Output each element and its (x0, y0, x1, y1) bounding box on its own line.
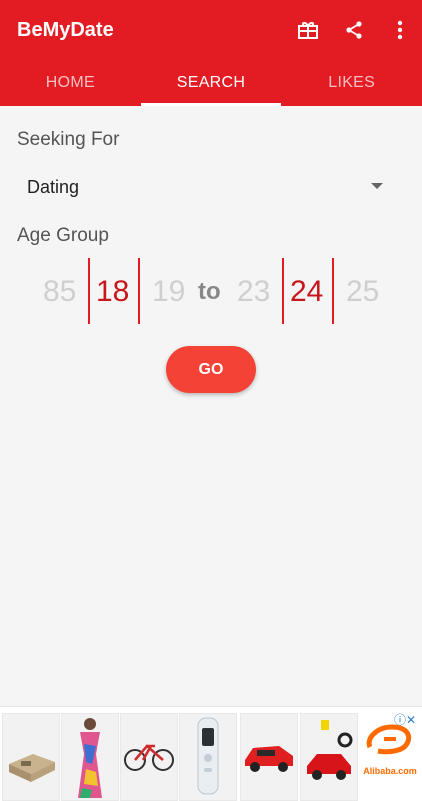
min-age-next[interactable]: 19 (152, 275, 185, 309)
tab-search[interactable]: SEARCH (140, 60, 282, 106)
sofa-image (9, 754, 55, 782)
max-age-next[interactable]: 25 (346, 275, 379, 309)
max-age-selected[interactable]: 24 (290, 275, 323, 309)
max-age-prev[interactable]: 23 (237, 275, 270, 309)
share-icon (346, 21, 362, 39)
tab-likes[interactable]: LIKES (281, 60, 422, 106)
to-label: to (198, 278, 221, 305)
gift-button[interactable] (294, 16, 322, 44)
share-button[interactable] (340, 16, 368, 44)
ad-product-toy-car-1[interactable] (240, 713, 298, 801)
min-age-prev[interactable]: 85 (43, 275, 76, 309)
age-range-picker: 85 18 19 to 23 24 25 (0, 258, 422, 328)
min-age-divider-right (138, 258, 140, 324)
go-button[interactable]: GO (166, 346, 256, 393)
dress-image (78, 718, 102, 798)
overflow-menu-button[interactable] (386, 16, 414, 44)
ad-product-bicycle[interactable] (120, 713, 178, 801)
min-age-selected[interactable]: 18 (96, 275, 129, 309)
ad-banner[interactable]: ⓘ✕ Alibaba.com (0, 706, 422, 801)
seeking-for-label: Seeking For (17, 129, 120, 150)
app-bar: BeMyDate HOME SEARCH LIKES (0, 0, 422, 106)
dropdown-caret-icon (371, 183, 383, 189)
ride-on-car-image (307, 720, 353, 780)
tab-home[interactable]: HOME (0, 60, 141, 106)
bicycle-image (124, 744, 174, 771)
translator-device-image (197, 717, 219, 795)
red-car-image (245, 746, 293, 772)
more-vert-icon (397, 20, 403, 40)
ad-product-sofa[interactable] (2, 713, 60, 801)
app-actions (294, 16, 414, 44)
age-group-label: Age Group (17, 225, 109, 246)
alibaba-logo-icon (366, 724, 412, 755)
max-age-divider-right (332, 258, 334, 324)
tab-bar: HOME SEARCH LIKES (0, 60, 422, 106)
min-age-divider-left (88, 258, 90, 324)
ad-product-dress[interactable] (61, 713, 119, 801)
max-age-divider-left (282, 258, 284, 324)
ad-alibaba-logo[interactable]: Alibaba.com (362, 721, 418, 791)
alibaba-brand-text: Alibaba.com (363, 766, 417, 776)
ad-product-translator[interactable] (179, 713, 237, 801)
gift-icon (298, 22, 318, 39)
seeking-for-dropdown[interactable]: Dating (17, 170, 389, 206)
app-title: BeMyDate (17, 19, 114, 41)
seeking-for-value: Dating (27, 177, 80, 197)
ad-product-toy-car-2[interactable] (300, 713, 358, 801)
